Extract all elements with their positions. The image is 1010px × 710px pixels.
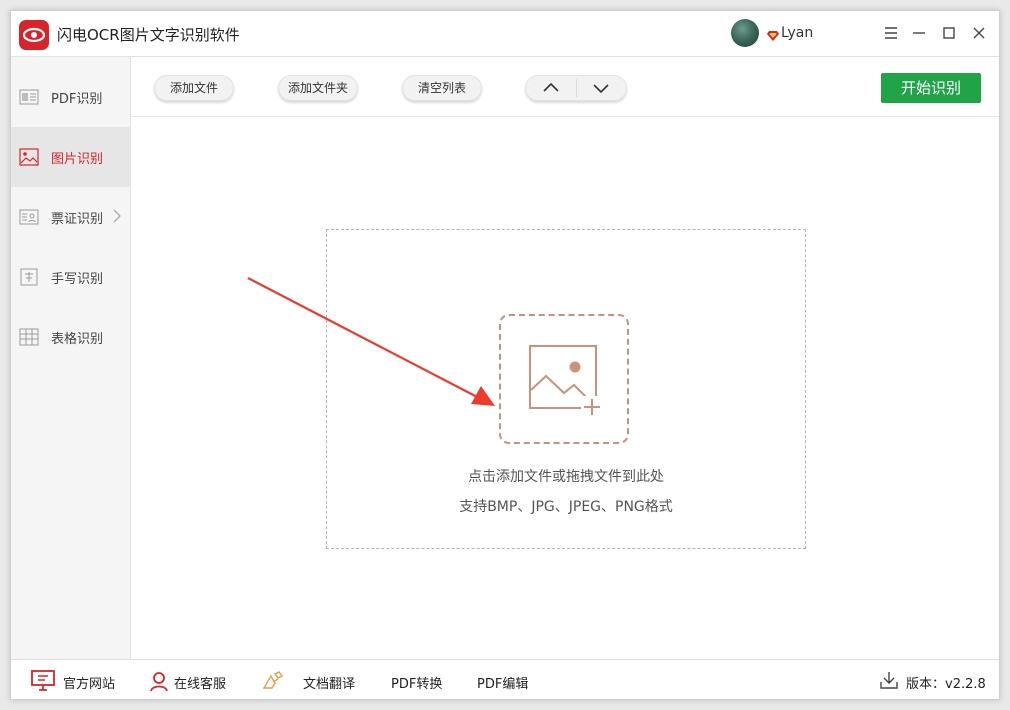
footer-label: 文档翻译 [303, 677, 356, 692]
drop-hint-text: 点击添加文件或拖拽文件到此处 [468, 469, 664, 485]
sidebar-item-label: 表格识别 [51, 332, 104, 347]
sidebar-item-handwriting[interactable]: 手写识别 [11, 247, 131, 307]
clear-list-button[interactable]: 清空列表 [402, 75, 482, 101]
avatar[interactable] [731, 19, 759, 47]
annotation-arrow [247, 277, 495, 406]
start-recognition-button[interactable]: 开始识别 [881, 73, 981, 103]
image-icon [19, 147, 39, 167]
table-icon [19, 327, 39, 347]
sidebar-item-pdf[interactable]: PDF识别 [11, 67, 131, 127]
maximize-icon[interactable] [939, 23, 959, 43]
download-update-button[interactable] [879, 660, 901, 699]
sidebar-item-label: 手写识别 [51, 272, 104, 287]
app-window: 闪电OCR图片文字识别软件 Lyan PDF识别 图片识别 票证识别 手写识别 … [10, 10, 1000, 700]
pdf-convert-link[interactable]: PDF转换 [391, 660, 461, 699]
version-text: 版本：v2.2.8 [906, 677, 986, 692]
footer: 官方网站 在线客服 文档翻译 PDF转换 PDF编辑 版本：v2.2.8 [11, 659, 999, 699]
add-file-button[interactable]: 添加文件 [154, 75, 234, 101]
move-up-button[interactable] [526, 76, 576, 100]
sidebar: PDF识别 图片识别 票证识别 手写识别 表格识别 [11, 57, 131, 659]
sidebar-item-label: PDF识别 [51, 92, 103, 107]
online-service-link[interactable]: 在线客服 [148, 660, 248, 699]
chevron-down-icon [593, 84, 609, 94]
sidebar-item-image[interactable]: 图片识别 [11, 127, 131, 187]
download-icon [879, 670, 899, 694]
footer-label: 官方网站 [63, 677, 116, 692]
footer-label: PDF编辑 [477, 677, 529, 692]
sidebar-item-ticket[interactable]: 票证识别 [11, 187, 131, 247]
footer-label: 在线客服 [174, 677, 227, 692]
title-bar: 闪电OCR图片文字识别软件 Lyan [11, 11, 999, 57]
move-down-button[interactable] [577, 76, 627, 100]
sidebar-item-label: 图片识别 [51, 152, 104, 167]
minimize-icon[interactable] [909, 23, 929, 43]
chevron-up-icon [543, 82, 559, 92]
pdf-icon [19, 87, 39, 107]
pdf-edit-link[interactable]: PDF编辑 [477, 660, 547, 699]
app-logo-icon [19, 20, 49, 50]
menu-icon[interactable] [881, 23, 901, 43]
close-icon[interactable] [969, 23, 989, 43]
add-image-button[interactable] [499, 314, 629, 444]
vip-diamond-icon [767, 27, 779, 41]
handwriting-icon [19, 267, 39, 287]
doc-translate-link[interactable]: 文档翻译 [261, 660, 361, 699]
move-buttons [525, 75, 627, 101]
toolbar: 添加文件 添加文件夹 清空列表 开始识别 [132, 57, 999, 117]
sidebar-item-label: 票证识别 [51, 212, 104, 227]
customer-service-icon [148, 670, 170, 696]
add-folder-button[interactable]: 添加文件夹 [278, 75, 358, 101]
sidebar-item-table[interactable]: 表格识别 [11, 307, 131, 367]
chevron-right-icon [112, 208, 122, 224]
username[interactable]: Lyan [781, 25, 813, 41]
supported-formats-text: 支持BMP、JPG、JPEG、PNG格式 [459, 499, 673, 515]
app-title: 闪电OCR图片文字识别软件 [57, 26, 240, 44]
monitor-icon [31, 670, 55, 696]
id-card-icon [19, 207, 39, 227]
translate-icon [261, 670, 285, 696]
add-image-icon [529, 345, 603, 418]
footer-label: PDF转换 [391, 677, 443, 692]
official-website-link[interactable]: 官方网站 [31, 660, 131, 699]
